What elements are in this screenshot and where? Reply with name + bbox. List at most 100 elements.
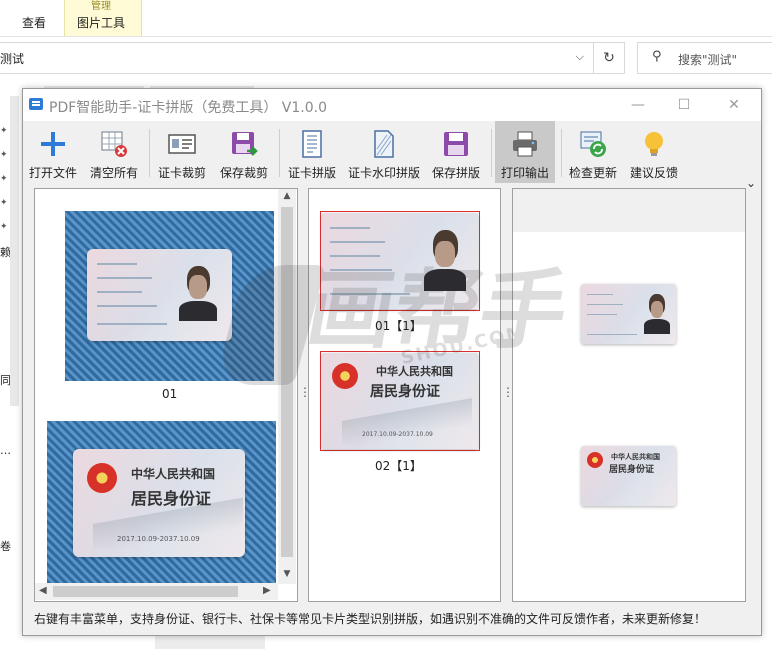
national-emblem-icon	[87, 463, 117, 493]
scroll-thumb[interactable]	[281, 207, 293, 557]
id-layout-label: 证卡拼版	[287, 166, 336, 180]
source-image-panel[interactable]: 01 中华人民共和国 居民身份证 2017.10.09-2037.10.09 ▲…	[34, 188, 298, 602]
title-bar[interactable]: PDF智能助手-证卡拼版（免费工具） V1.0.0 — ☐ ✕	[23, 89, 761, 121]
cropped-caption: 01【1】	[375, 319, 422, 333]
scroll-right-icon[interactable]: ▶	[263, 585, 271, 596]
chevron-down-icon[interactable]: ⌵	[576, 50, 584, 64]
app-icon	[29, 98, 43, 110]
preview-page: 中华人民共和国 居民身份证	[514, 232, 744, 557]
tab-view[interactable]: 查看	[22, 14, 46, 31]
card-title-id: 居民身份证	[609, 465, 655, 475]
card-validity: 2017.10.09-2037.10.09	[117, 535, 200, 543]
pin-icon: ✦	[0, 150, 8, 160]
id-layout-button[interactable]: 证卡拼版	[283, 121, 341, 183]
card-title-country: 中华人民共和国	[376, 365, 453, 378]
toolbar-separator	[279, 129, 280, 177]
source-caption: 01	[162, 387, 178, 401]
pin-icon: ✦	[0, 174, 8, 184]
search-icon: ⚲	[652, 49, 662, 64]
print-output-label: 打印输出	[500, 166, 549, 180]
id-card-back-image: 中华人民共和国 居民身份证 2017.10.09-2037.10.09	[73, 449, 245, 557]
id-crop-button[interactable]: 证卡裁剪	[153, 121, 211, 183]
id-crop-label: 证卡裁剪	[157, 166, 206, 180]
portrait	[175, 261, 221, 321]
explorer-ribbon: 查看 管理 图片工具	[0, 0, 772, 37]
save-arrow-icon	[232, 132, 258, 156]
card-title-id: 居民身份证	[131, 489, 212, 508]
portrait	[420, 225, 470, 291]
nav-fragment: 卷	[0, 540, 11, 553]
open-file-button[interactable]: 打开文件	[25, 121, 81, 183]
explorer-scrollbar[interactable]	[10, 96, 19, 406]
cropped-caption: 02【1】	[375, 459, 422, 473]
printer-icon	[513, 131, 537, 157]
feedback-button[interactable]: 建议反馈	[625, 121, 683, 183]
cropped-item-back[interactable]: 中华人民共和国 居民身份证 2017.10.09-2037.10.09	[320, 351, 480, 451]
watermark-document-icon	[374, 130, 394, 158]
save-layout-button[interactable]: 保存拼版	[427, 121, 485, 183]
watermark-layout-label: 证卡水印拼版	[347, 166, 420, 180]
cropped-card-back-image: 中华人民共和国 居民身份证 2017.10.09-2037.10.09	[322, 353, 478, 449]
toolbar-separator	[491, 129, 492, 177]
clear-grid-icon	[101, 131, 127, 157]
source-thumbnail-back[interactable]: 中华人民共和国 居民身份证 2017.10.09-2037.10.09	[47, 421, 276, 583]
clear-all-label: 清空所有	[89, 166, 138, 180]
document-icon	[302, 130, 322, 158]
plus-icon	[41, 132, 65, 156]
check-update-label: 检查更新	[568, 166, 617, 180]
card-validity: 2017.10.09-2037.10.09	[362, 431, 433, 438]
feedback-label: 建议反馈	[629, 166, 678, 180]
address-text: 测试	[0, 52, 25, 66]
scroll-thumb[interactable]	[53, 586, 238, 597]
preview-margin	[513, 189, 745, 232]
lightbulb-icon	[645, 132, 663, 156]
cropped-item-front[interactable]	[320, 211, 480, 311]
scroll-down-icon[interactable]: ▼	[278, 569, 296, 579]
watermark-layout-button[interactable]: 证卡水印拼版	[345, 121, 423, 183]
toolbar: 打开文件 清空所有 证卡裁剪 保存裁剪 证卡拼版 证卡水印拼版 保存拼版 打印输…	[23, 121, 761, 190]
refresh-icon[interactable]: ↻	[593, 43, 624, 73]
cropped-card-front-image	[322, 213, 478, 309]
toolbar-separator	[561, 129, 562, 177]
address-bar[interactable]: 测试 ⌵ ↻	[0, 42, 625, 74]
print-output-button[interactable]: 打印输出	[495, 121, 555, 183]
tab-picture-tools[interactable]: 图片工具	[77, 14, 125, 31]
window-title: PDF智能助手-证卡拼版（免费工具） V1.0.0	[49, 100, 327, 116]
scroll-left-icon[interactable]: ◀	[39, 585, 47, 596]
id-card-icon	[168, 134, 196, 154]
explorer-item-fragment	[155, 634, 265, 649]
toolbar-overflow-icon[interactable]: ⌄	[746, 176, 756, 190]
card-title-id: 居民身份证	[370, 384, 440, 400]
close-button[interactable]: ✕	[711, 89, 757, 121]
source-vertical-scrollbar[interactable]: ▲ ▼	[278, 189, 296, 584]
pin-icon: ✦	[0, 198, 8, 208]
picture-tools-context-tab[interactable]: 管理 图片工具	[64, 0, 142, 36]
card-title-country: 中华人民共和国	[131, 467, 216, 481]
print-preview-panel[interactable]: 中华人民共和国 居民身份证	[512, 188, 746, 602]
source-horizontal-scrollbar[interactable]: ◀ ▶	[35, 583, 278, 600]
portrait	[641, 290, 673, 334]
context-group-label: 管理	[91, 1, 111, 12]
minimize-button[interactable]: —	[615, 89, 661, 121]
preview-card-front	[581, 284, 676, 344]
open-file-label: 打开文件	[28, 166, 77, 180]
save-crop-button[interactable]: 保存裁剪	[215, 121, 273, 183]
save-layout-label: 保存拼版	[431, 166, 480, 180]
check-update-button[interactable]: 检查更新	[565, 121, 621, 183]
national-emblem-icon	[587, 452, 603, 468]
maximize-button[interactable]: ☐	[661, 89, 707, 121]
scroll-up-icon[interactable]: ▲	[278, 191, 296, 201]
preview-card-back: 中华人民共和国 居民身份证	[581, 446, 676, 506]
update-icon	[580, 131, 606, 157]
source-thumbnail-front[interactable]	[65, 211, 274, 381]
save-crop-label: 保存裁剪	[219, 166, 268, 180]
status-message: 右键有丰富菜单，支持身份证、银行卡、社保卡等常见卡片类型识别拼版，如遇识别不准确…	[34, 612, 707, 626]
app-window: PDF智能助手-证卡拼版（免费工具） V1.0.0 — ☐ ✕ 打开文件 清空所…	[22, 88, 762, 636]
id-card-front-image	[87, 249, 232, 341]
pin-icon: ✦	[0, 126, 8, 136]
search-box[interactable]: ⚲ 搜索"测试"	[637, 42, 772, 74]
nav-fragment: …	[0, 444, 11, 457]
pin-icon: ✦	[0, 222, 8, 232]
cropped-card-panel[interactable]: 01【1】 中华人民共和国 居民身份证 2017.10.09-2037.10.0…	[308, 188, 501, 602]
clear-all-button[interactable]: 清空所有	[85, 121, 143, 183]
